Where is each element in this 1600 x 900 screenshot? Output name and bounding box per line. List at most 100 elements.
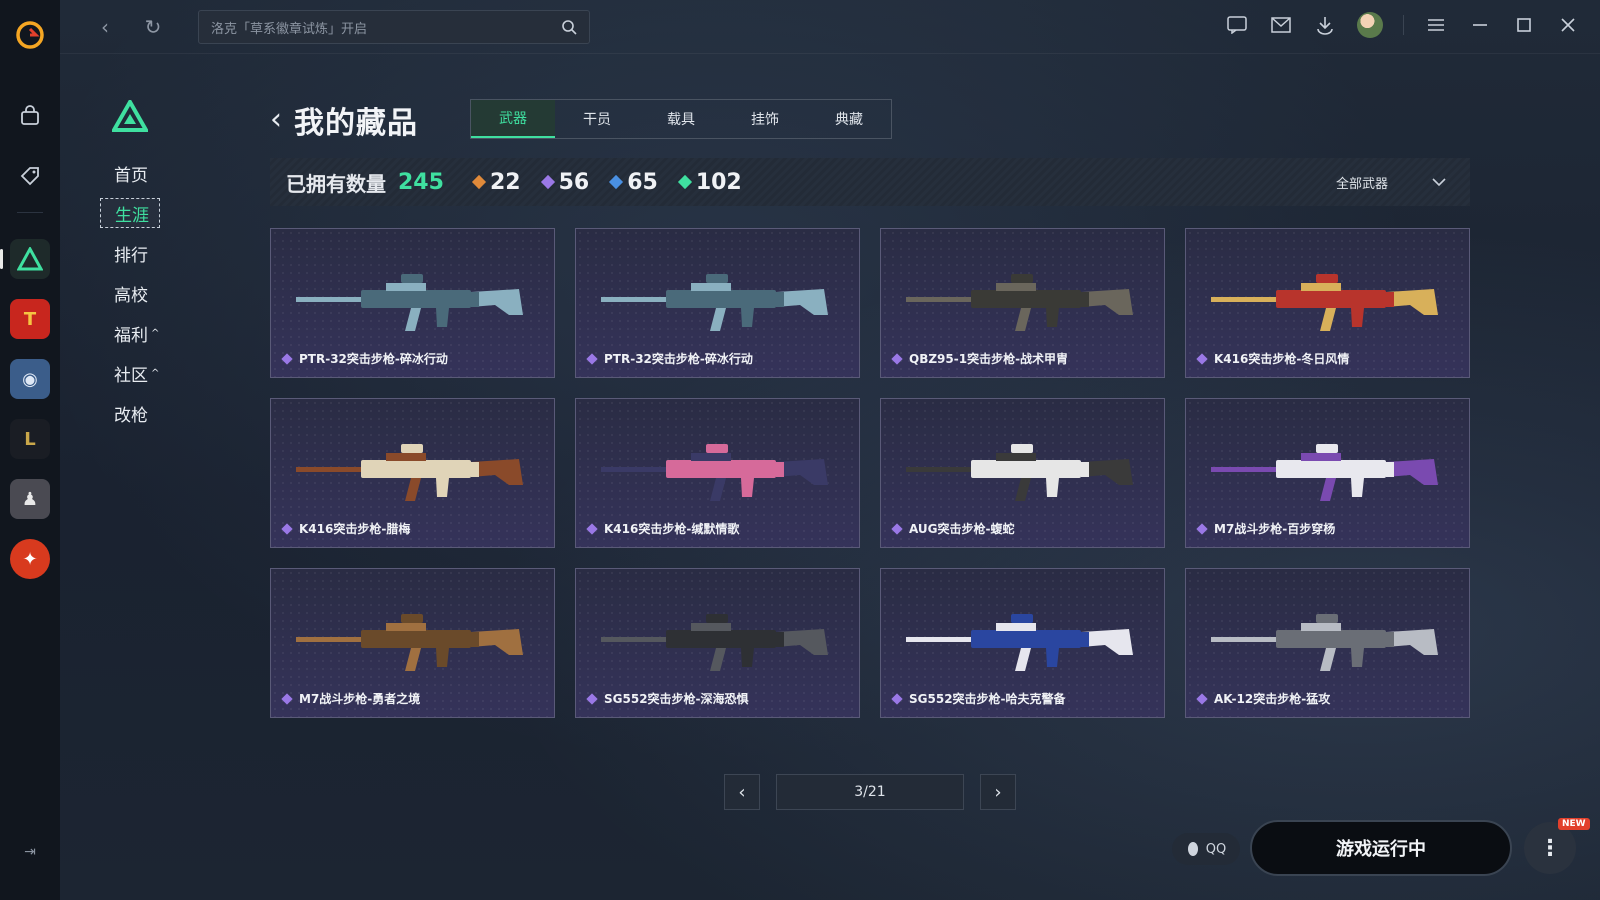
game-league-of-legends[interactable]: L: [10, 419, 50, 459]
weapon-card[interactable]: SG552突击步枪-哈夫克警备: [880, 568, 1165, 718]
tag-icon[interactable]: [10, 156, 50, 196]
weapon-image: [601, 274, 828, 331]
search-icon[interactable]: [561, 19, 577, 35]
weapon-name-row: SG552突击步枪-哈夫克警备: [891, 690, 1066, 707]
weapon-card[interactable]: PTR-32突击步枪-碎冰行动: [270, 228, 555, 378]
weapon-name-row: K416突击步枪-冬日风情: [1196, 350, 1349, 367]
weapon-card[interactable]: AUG突击步枪-蝮蛇: [880, 398, 1165, 548]
chevron-up-icon: ^: [151, 367, 160, 379]
weapon-name: SG552突击步枪-哈夫克警备: [909, 692, 1066, 706]
back-chevron-icon[interactable]: ‹: [270, 105, 282, 135]
weapon-image: [601, 444, 828, 501]
mail-icon[interactable]: [1269, 13, 1293, 37]
weapon-card[interactable]: AK-12突击步枪-猛攻: [1185, 568, 1470, 718]
weapon-card[interactable]: M7战斗步枪-勇者之境: [270, 568, 555, 718]
maximize-icon[interactable]: [1512, 13, 1536, 37]
weapon-card[interactable]: QBZ95-1突击步枪-战术甲胄: [880, 228, 1165, 378]
delta-force-logo-icon: [110, 97, 150, 132]
close-icon[interactable]: [1556, 13, 1580, 37]
game-delta-force[interactable]: [0, 239, 50, 279]
subnav-item[interactable]: 首页: [100, 158, 160, 188]
rarity-diamond-icon: [891, 522, 903, 535]
weapon-image: [296, 614, 523, 671]
subnav-item-label: 社区: [114, 365, 148, 386]
rarity-diamond-icon: [891, 692, 903, 705]
subnav-item[interactable]: 改枪: [100, 398, 160, 428]
rarity-diamond-icon: [281, 352, 293, 365]
qq-penguin-icon: [1187, 842, 1198, 856]
weapon-image: [906, 274, 1133, 331]
tab-1[interactable]: 干员: [555, 100, 639, 138]
back-arrow-icon[interactable]: ‹: [85, 15, 125, 39]
tab-3[interactable]: 挂饰: [723, 100, 807, 138]
game-tile-red[interactable]: T: [10, 299, 50, 339]
weapon-card[interactable]: K416突击步枪-腊梅: [270, 398, 555, 548]
rarity-count: 22: [471, 170, 521, 195]
download-icon[interactable]: [1313, 13, 1337, 37]
weapon-card[interactable]: PTR-32突击步枪-碎冰行动: [575, 228, 860, 378]
search-placeholder: 洛克「草系徽章试炼」开启: [211, 21, 368, 37]
weapon-name: SG552突击步枪-深海恐惧: [604, 692, 749, 706]
launcher-logo-icon[interactable]: [15, 20, 45, 50]
launcher-rail: T ◉ L ♟ ✦ ⇥: [0, 0, 60, 900]
subnav-item[interactable]: 福利 ^: [100, 318, 160, 348]
game-crossfire[interactable]: ✦: [10, 539, 50, 579]
weapon-card[interactable]: K416突击步枪-缄默情歌: [575, 398, 860, 548]
page-header: ‹ 我的藏品: [270, 98, 418, 142]
weapon-name-row: M7战斗步枪-勇者之境: [281, 690, 420, 707]
weapon-card[interactable]: M7战斗步枪-百步穿杨: [1185, 398, 1470, 548]
subnav-item-label: 福利: [114, 325, 148, 346]
rarity-diamond-icon: [891, 352, 903, 365]
weapon-name: AK-12突击步枪-猛攻: [1214, 692, 1331, 706]
subnav-item[interactable]: 生涯: [100, 198, 160, 228]
chevron-up-icon: ^: [151, 327, 160, 339]
search-input[interactable]: 洛克「草系徽章试炼」开启: [198, 10, 590, 44]
secondary-nav: 首页 生涯 排行 高校 福利 ^ 社区 ^ 改枪: [100, 97, 220, 438]
rarity-diamond-icon: [609, 174, 624, 190]
rarity-count: 102: [677, 169, 742, 195]
rarity-diamond-icon: [471, 174, 487, 190]
weapon-image: [906, 444, 1133, 501]
new-badge: NEW: [1558, 818, 1590, 830]
weapon-name: PTR-32突击步枪-碎冰行动: [299, 352, 448, 366]
tab-0[interactable]: 武器: [471, 100, 555, 138]
weapon-image: [1211, 614, 1438, 671]
qq-button[interactable]: QQ: [1172, 833, 1240, 865]
rarity-count-value: 56: [558, 169, 590, 195]
collapse-sidebar-icon[interactable]: ⇥: [24, 844, 36, 860]
weapon-name-row: K416突击步枪-腊梅: [281, 520, 410, 537]
weapon-card[interactable]: SG552突击步枪-深海恐惧: [575, 568, 860, 718]
game-tile-soldier[interactable]: ♟: [10, 479, 50, 519]
subnav-item[interactable]: 高校: [100, 278, 160, 308]
weapon-name-row: AK-12突击步枪-猛攻: [1196, 690, 1331, 707]
game-running-button[interactable]: 游戏运行中: [1250, 820, 1512, 876]
subnav-item[interactable]: 排行: [100, 238, 160, 268]
subnav-item[interactable]: 社区 ^: [100, 358, 160, 388]
store-bag-icon[interactable]: [10, 96, 50, 136]
prev-page-button[interactable]: ‹: [724, 774, 760, 810]
rarity-count-value: 102: [695, 169, 742, 195]
subnav-item-label: 首页: [114, 165, 148, 186]
weapon-card[interactable]: K416突击步枪-冬日风情: [1185, 228, 1470, 378]
next-page-button[interactable]: ›: [980, 774, 1016, 810]
user-avatar[interactable]: [1357, 12, 1383, 38]
collection-grid: PTR-32突击步枪-碎冰行动 PTR-32突击步枪-碎冰行动 QBZ95-1突击步…: [270, 228, 1472, 718]
qq-label: QQ: [1205, 841, 1227, 857]
menu-icon[interactable]: [1424, 13, 1448, 37]
refresh-icon[interactable]: ↻: [133, 15, 173, 39]
weapon-name: PTR-32突击步枪-碎冰行动: [604, 352, 753, 366]
weapon-name-row: AUG突击步枪-蝮蛇: [891, 520, 1015, 537]
weapon-filter-dropdown[interactable]: 全部武器: [1336, 173, 1454, 192]
weapon-name: QBZ95-1突击步枪-战术甲胄: [909, 352, 1069, 366]
tab-2[interactable]: 载具: [639, 100, 723, 138]
game-tile-blue[interactable]: ◉: [10, 359, 50, 399]
tab-4[interactable]: 典藏: [807, 100, 891, 138]
rarity-diamond-icon: [677, 174, 692, 190]
minimize-icon[interactable]: [1468, 13, 1492, 37]
owned-count-total: 245: [398, 169, 444, 195]
window-controls: [1225, 12, 1580, 38]
weapon-name-row: QBZ95-1突击步枪-战术甲胄: [891, 350, 1069, 367]
weapon-image: [1211, 274, 1438, 331]
weapon-name-row: K416突击步枪-缄默情歌: [586, 520, 739, 537]
chat-icon[interactable]: [1225, 13, 1249, 37]
